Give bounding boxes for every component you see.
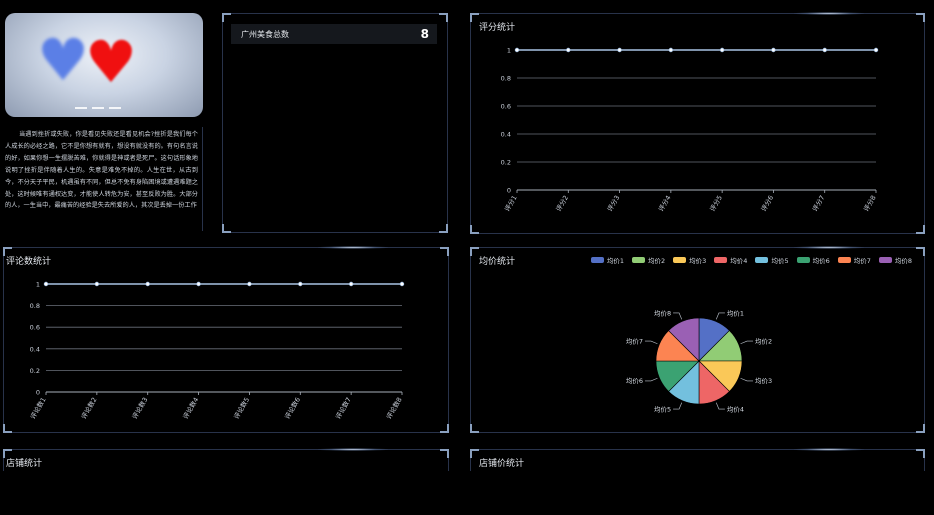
review-line-chart: 0 0.2 0.4 0.6 0.8 1 评论数1 评论数2 评论数3 评论数4 评论数5 评论数6 评论… <box>28 281 405 421</box>
data-point <box>298 281 303 287</box>
y-tick-label: 0.2 <box>501 159 511 167</box>
food-total-value: 8 <box>420 27 429 41</box>
data-point <box>771 47 776 53</box>
data-point <box>247 281 252 287</box>
x-tick-label: 评论数6 <box>282 396 302 421</box>
food-total-label: 广州美食总数 <box>241 29 289 39</box>
data-point <box>399 281 405 287</box>
x-tick-label: 评分4 <box>656 194 672 213</box>
pie-label-line <box>644 340 658 345</box>
y-tick-label: 0 <box>507 187 511 195</box>
data-point <box>196 281 201 287</box>
data-point <box>719 47 725 53</box>
carousel-dot[interactable] <box>75 107 87 109</box>
data-point <box>873 47 879 53</box>
article-text-box: 当遇到挫折或失败，你是看见失败还是看见机会?挫折是我们每个人成长的必经之路，它不… <box>5 127 203 231</box>
data-point <box>566 47 571 53</box>
x-tick-label: 评论数5 <box>232 396 252 421</box>
pie-label-line <box>673 312 683 320</box>
x-tick-label: 评分2 <box>554 194 570 213</box>
x-tick-label: 评论数1 <box>28 396 48 421</box>
data-point <box>822 47 827 53</box>
article-paragraph: 当遇到挫折或失败，你是看见失败还是看见机会?挫折是我们每个人成长的必经之路，它不… <box>5 131 198 210</box>
carousel-image[interactable]: ♥ ♥ <box>5 13 203 117</box>
rating-chart-panel: 评分统计 0 0.2 0.4 0.6 0.8 1 评分1 评分2 评分3 评分4 评分5 评分6 评分7… <box>470 12 925 234</box>
price-chart-panel: 均价统计 均价1 均价2 均价3 均价4 均价5 均价6 均价7 均价8 均价1 均价2 均价3 均… <box>470 246 925 433</box>
pie-label: 均价4 <box>727 404 744 413</box>
pie-label-line <box>715 312 725 320</box>
pie-label: 均价5 <box>654 404 671 413</box>
data-point <box>43 281 49 287</box>
food-total-row: 广州美食总数 8 <box>231 24 437 44</box>
carousel-dot[interactable] <box>109 107 121 109</box>
y-tick-label: 0.2 <box>30 367 40 375</box>
y-tick-label: 0.6 <box>501 103 511 111</box>
shop-stat-panel: 店铺统计 <box>3 448 449 471</box>
y-tick-label: 0.4 <box>501 131 511 139</box>
x-tick-label: 评论数7 <box>333 396 353 421</box>
pie-label: 均价7 <box>626 336 643 345</box>
y-tick-label: 0.6 <box>30 324 40 332</box>
x-tick-label: 评论数3 <box>130 396 150 421</box>
pie-label: 均价6 <box>626 376 643 385</box>
pie-label-line <box>740 340 754 345</box>
pie-label: 均价1 <box>727 308 744 317</box>
y-tick-label: 0.4 <box>30 345 40 353</box>
y-tick-label: 1 <box>36 281 40 289</box>
x-tick-label: 评分5 <box>708 194 724 213</box>
x-tick-label: 评分7 <box>810 194 826 213</box>
pie-label-line <box>740 377 754 382</box>
blue-heart-icon: ♥ <box>37 26 89 94</box>
food-total-panel: 广州美食总数 8 <box>222 13 448 233</box>
review-chart-panel: 评论数统计 0 0.2 0.4 0.6 0.8 1 评论数1 评论数2 评论数3 评论数4 评论数5… <box>3 246 449 433</box>
panel-glow <box>794 448 864 451</box>
data-point <box>668 47 674 53</box>
pie-label: 均价3 <box>755 376 772 385</box>
x-tick-label: 评分6 <box>759 194 775 213</box>
rating-line-chart: 0 0.2 0.4 0.6 0.8 1 评分1 评分2 评分3 评分4 评分5 评分6 评分7 评分8 <box>501 47 879 213</box>
x-tick-label: 评论数2 <box>79 396 99 421</box>
data-point <box>94 281 100 287</box>
red-heart-icon: ♥ <box>85 28 137 96</box>
x-tick-label: 评分3 <box>605 194 621 213</box>
pie-label: 均价8 <box>654 308 671 317</box>
x-tick-label: 评论数4 <box>181 396 201 421</box>
shop-stat-title: 店铺统计 <box>6 459 43 469</box>
x-tick-label: 评分1 <box>502 194 518 213</box>
data-point <box>145 281 150 287</box>
carousel-dot[interactable] <box>92 107 104 109</box>
data-point <box>514 47 520 53</box>
pie-label-line <box>644 377 658 382</box>
y-tick-label: 0.8 <box>30 302 40 310</box>
shop-price-title: 店铺价统计 <box>479 459 525 469</box>
data-point <box>348 281 354 287</box>
pie-label: 均价2 <box>755 336 772 345</box>
data-point <box>617 47 622 53</box>
x-tick-label: 评分8 <box>861 194 877 213</box>
panel-glow <box>318 448 388 451</box>
y-tick-label: 0 <box>36 389 40 397</box>
price-pie-chart: 均价1 均价2 均价3 均价4 均价5 均价6 均价7 均价8 <box>626 308 772 413</box>
shop-price-panel: 店铺价统计 <box>470 448 925 471</box>
pie-label-line <box>673 402 683 410</box>
carousel-indicator[interactable] <box>75 107 121 109</box>
y-tick-label: 1 <box>507 47 511 55</box>
x-tick-label: 评论数8 <box>384 396 404 421</box>
y-tick-label: 0.8 <box>501 75 511 83</box>
pie-label-line <box>715 402 725 410</box>
